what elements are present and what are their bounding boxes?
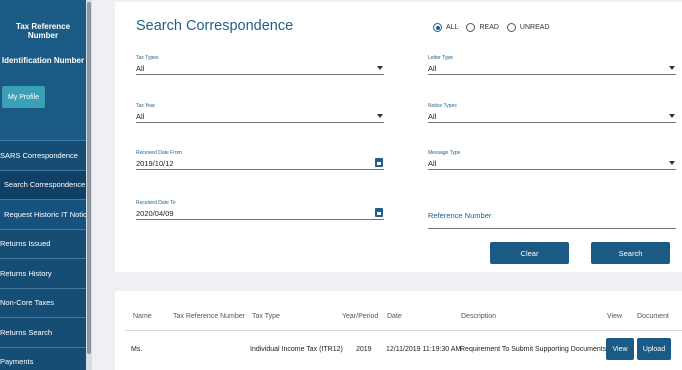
column-header-tax-reference: Tax Reference Number [173,313,245,320]
sidebar-item-sars-correspondence[interactable]: SARS Correspondence [0,140,86,170]
radio-unchecked-icon [506,23,516,32]
tax-types-value: All [136,64,145,73]
sidebar-nav: SARS Correspondence Search Correspondenc… [0,140,86,370]
calendar-icon[interactable] [375,158,383,167]
column-header-description: Description [461,313,497,320]
tax-year-select[interactable]: Tax Year All [136,103,384,123]
column-header-year-period: Year/Period [342,313,379,320]
row-tax-type: Individual Income Tax (ITR12) [250,346,343,353]
tax-year-value: All [136,112,145,121]
chevron-down-icon [669,114,675,118]
received-date-from-field[interactable]: Received Date From 2019/10/12 [136,150,384,170]
notice-types-select[interactable]: Notice Types All [428,103,676,123]
received-date-from-value: 2019/10/12 [136,159,174,168]
chevron-down-icon [377,114,383,118]
read-filter: ALL READ UNREAD [433,23,557,32]
received-date-to-value: 2020/04/09 [136,209,174,218]
my-profile-button[interactable]: My Profile [2,86,45,108]
filter-read-radio[interactable]: READ [466,23,499,32]
row-name: Ms. [131,346,143,353]
search-panel: Search Correspondence ALL READ UNREAD Ta… [115,2,682,272]
column-header-view: View [607,313,623,320]
column-header-date: Date [387,313,402,320]
notice-types-label: Notice Types [428,103,457,109]
sidebar-scrollbar[interactable] [86,0,92,370]
row-date: 12/11/2019 11:19:30 AM [386,346,462,353]
letter-type-label: Letter Type [428,55,453,61]
reference-number-label: Reference Number [428,211,492,220]
column-header-document: Document [637,313,669,320]
sidebar: Tax Reference Number Identification Numb… [0,0,92,370]
received-date-from-label: Received Date From [136,150,182,156]
upload-button[interactable]: Upload [637,338,671,360]
letter-type-select[interactable]: Letter Type All [428,55,676,75]
tax-year-label: Tax Year [136,103,156,109]
filter-read-label: READ [479,24,499,31]
reference-number-input[interactable] [428,228,676,229]
chevron-down-icon [377,66,383,70]
tax-reference-label: Tax Reference Number [15,22,71,40]
message-type-label: Message Type [428,150,461,156]
radio-unchecked-icon [466,23,476,32]
sidebar-item-returns-search[interactable]: Returns Search [0,317,86,347]
sidebar-item-returns-issued[interactable]: Returns Issued [0,228,86,258]
view-button[interactable]: View [606,338,634,360]
received-date-to-field[interactable]: Received Date To 2020/04/09 [136,200,384,220]
sidebar-item-payments[interactable]: Payments [0,346,86,370]
search-button[interactable]: Search [591,242,670,264]
column-header-tax-type: Tax Type [252,313,280,320]
filter-all-label: ALL [446,24,459,31]
radio-checked-icon [433,23,442,32]
sidebar-item-non-core-taxes[interactable]: Non-Core Taxes [0,287,86,317]
header-divider [125,330,682,331]
calendar-icon[interactable] [375,208,383,217]
notice-types-value: All [428,112,437,121]
page-title: Search Correspondence [136,18,294,34]
letter-type-value: All [428,64,437,73]
identification-label: Identification Number [1,56,85,65]
message-type-value: All [428,159,437,168]
sidebar-item-request-historic-notices[interactable]: Request Historic IT Notices [0,199,86,229]
clear-button[interactable]: Clear [490,242,569,264]
row-description: Requirement To Submit Supporting Documen… [460,346,607,353]
filter-unread-radio[interactable]: UNREAD [506,23,550,32]
tax-types-select[interactable]: Tax Types All [136,55,384,75]
chevron-down-icon [669,66,675,70]
row-year: 2019 [356,346,372,353]
received-date-to-label: Received Date To [136,200,176,206]
results-table: Name Tax Reference Number Tax Type Year/… [115,291,682,370]
filter-all-radio[interactable]: ALL [433,23,458,32]
message-type-select[interactable]: Message Type All [428,150,676,170]
filter-unread-label: UNREAD [519,24,550,31]
tax-types-label: Tax Types [136,55,159,61]
sidebar-item-returns-history[interactable]: Returns History [0,258,86,288]
sidebar-item-search-correspondence[interactable]: Search Correspondence [0,169,86,199]
sidebar-scrollbar-thumb[interactable] [87,2,91,354]
chevron-down-icon [669,161,675,165]
column-header-name: Name [133,313,152,320]
